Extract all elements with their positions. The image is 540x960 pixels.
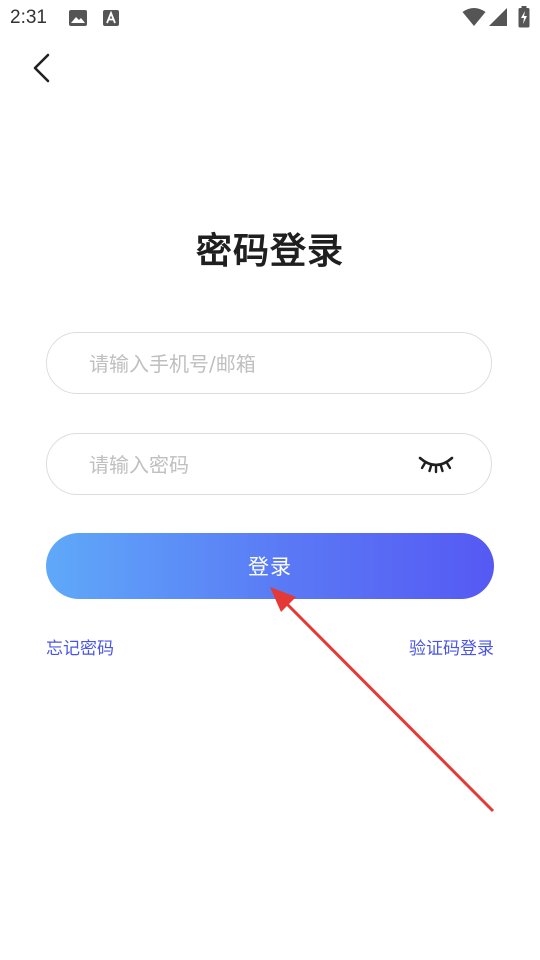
a-badge-icon: [102, 9, 120, 31]
password-field[interactable]: [46, 433, 492, 496]
back-button[interactable]: [22, 50, 62, 90]
code-login-link[interactable]: 验证码登录: [409, 634, 494, 659]
battery-charging-icon: [518, 6, 530, 32]
signal-icon: [488, 7, 508, 31]
page-title: 密码登录: [195, 231, 344, 272]
image-icon: [68, 9, 88, 31]
chevron-left-icon: [31, 53, 53, 87]
forgot-password-link[interactable]: 忘记密码: [46, 634, 114, 659]
account-input[interactable]: [87, 333, 411, 395]
status-bar: 2:31: [0, 0, 540, 36]
eye-closed-icon[interactable]: [417, 450, 455, 478]
wifi-icon: [462, 7, 486, 31]
account-field[interactable]: [46, 332, 492, 395]
login-button[interactable]: 登录: [46, 533, 494, 599]
password-input[interactable]: [87, 434, 411, 496]
status-time: 2:31: [10, 7, 47, 28]
